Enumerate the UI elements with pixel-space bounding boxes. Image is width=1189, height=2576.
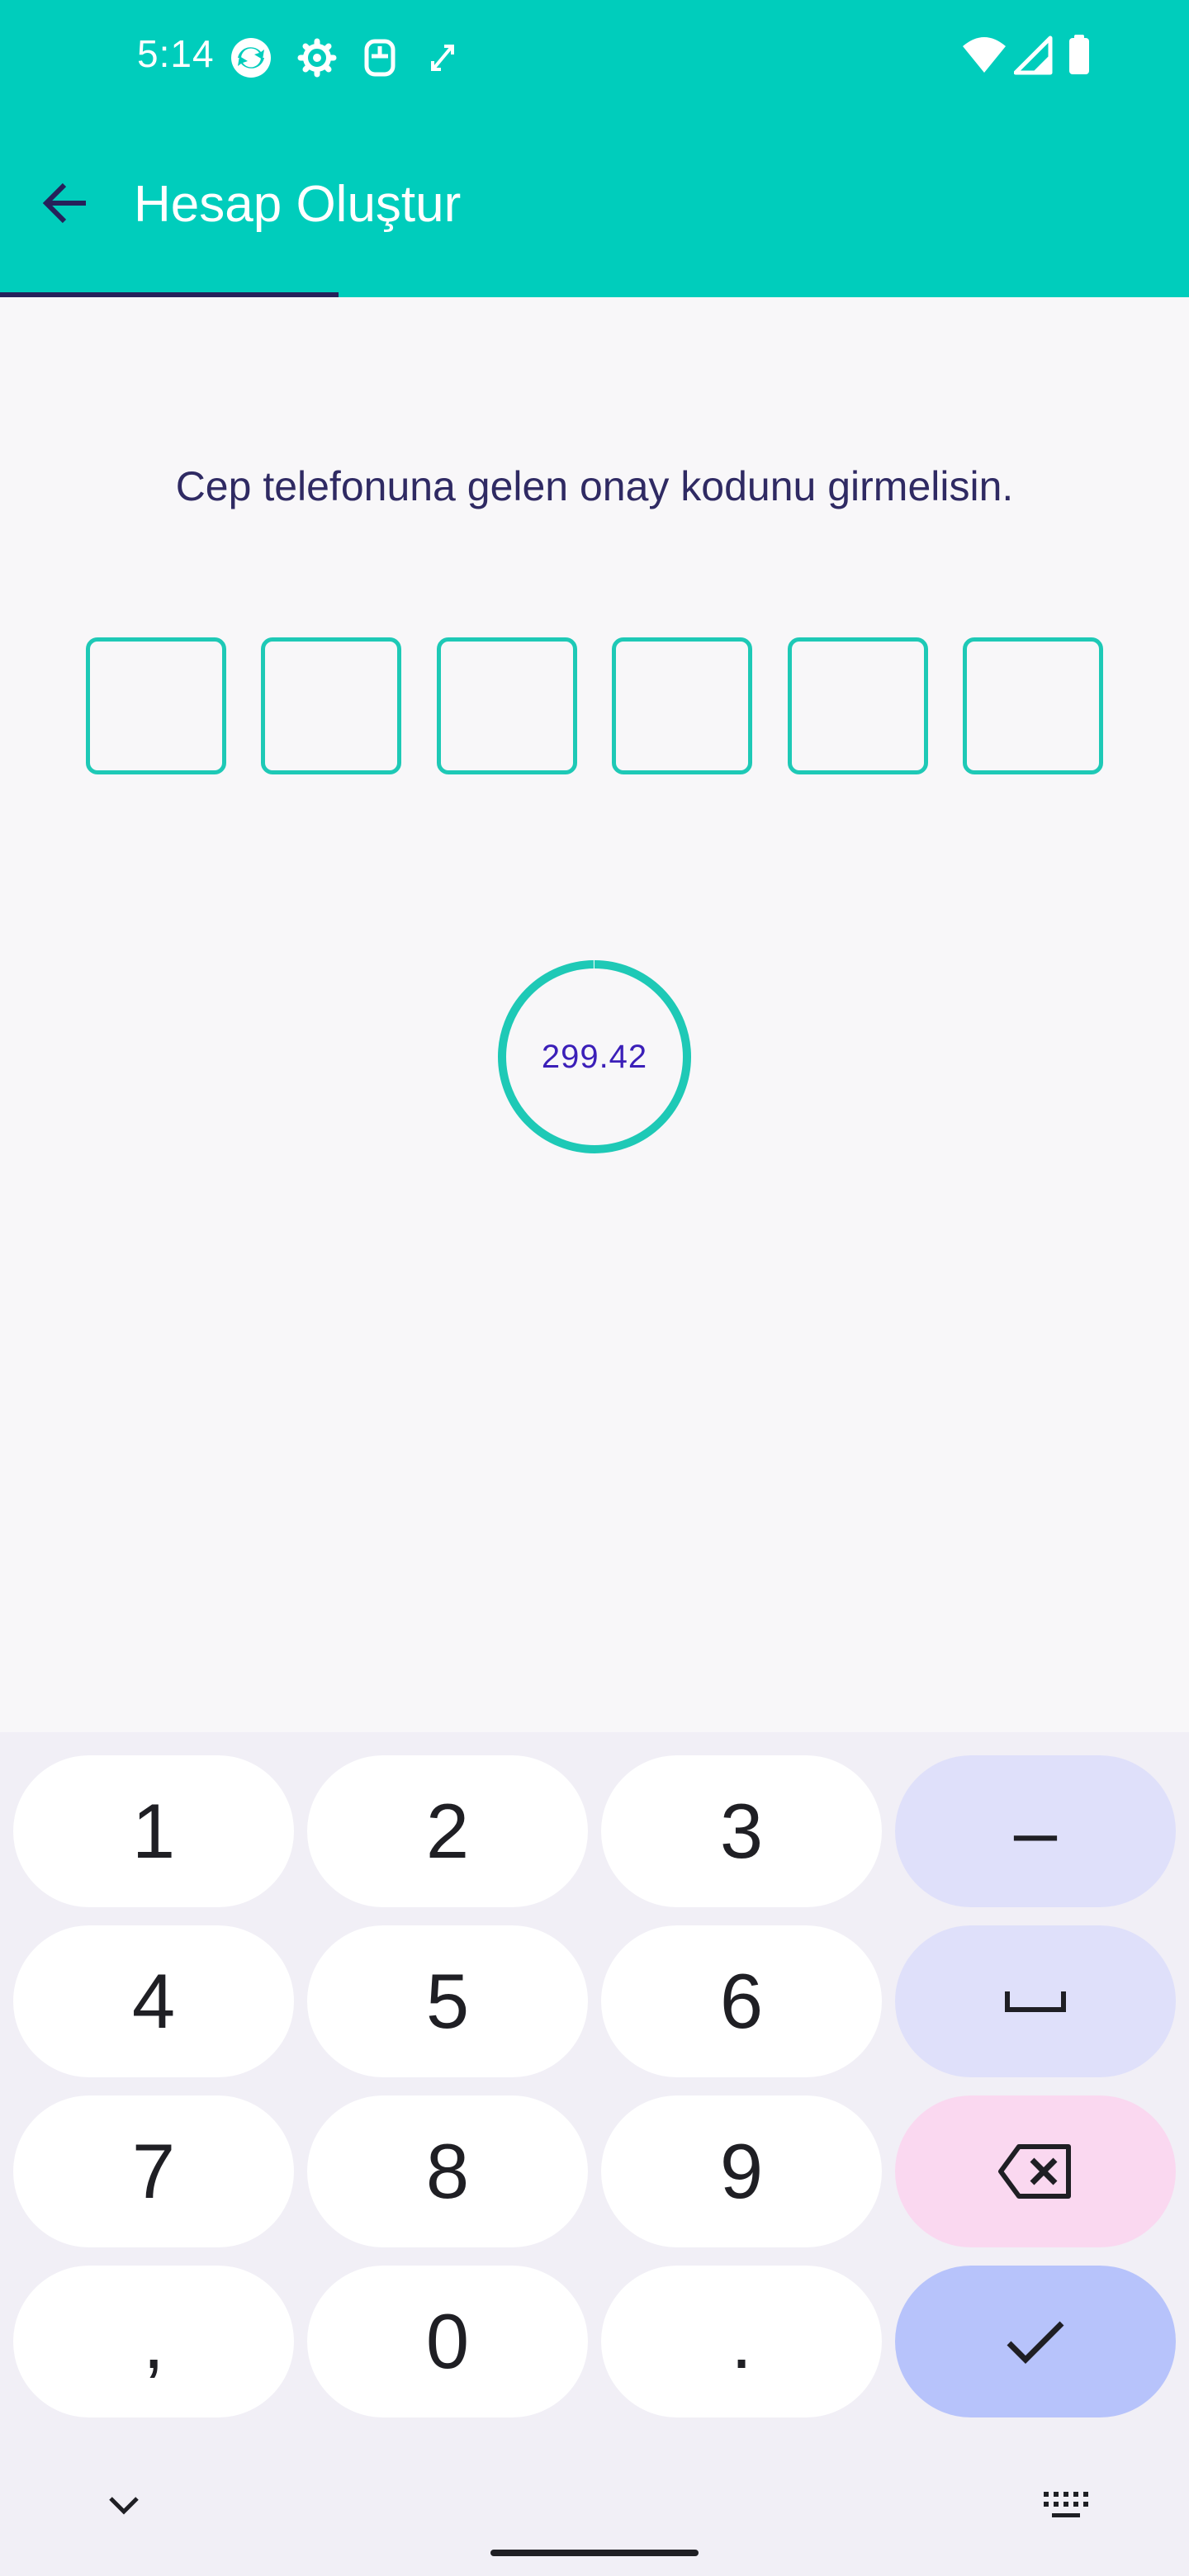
code-digit-box[interactable] <box>86 637 226 774</box>
switch-keyboard-button[interactable] <box>1039 2485 1092 2525</box>
app-bar: Hesap Oluştur <box>0 112 1189 297</box>
hide-keyboard-button[interactable] <box>97 2485 150 2525</box>
key-8[interactable]: 8 <box>307 2095 588 2247</box>
key-0[interactable]: 0 <box>307 2266 588 2417</box>
key-backspace[interactable] <box>895 2095 1176 2247</box>
key-6[interactable]: 6 <box>601 1925 882 2077</box>
code-digit-box[interactable] <box>787 637 928 774</box>
keyboard-icon <box>1044 2492 1088 2517</box>
code-digit-box[interactable] <box>962 637 1103 774</box>
code-digit-box[interactable] <box>436 637 577 774</box>
wifi-icon <box>963 37 1006 73</box>
key-dash[interactable]: – <box>895 1755 1176 1907</box>
key-2[interactable]: 2 <box>307 1755 588 1907</box>
app-root: 5:14 Hesap Oluştur Cep telefonuna gelen … <box>0 0 1189 2576</box>
key-4[interactable]: 4 <box>13 1925 294 2077</box>
backspace-icon <box>998 2144 1071 2199</box>
status-time: 5:14 <box>137 32 215 75</box>
signup-progress-bar <box>0 292 1189 297</box>
checkmark-icon <box>1007 2321 1064 2364</box>
battery-icon <box>1069 35 1089 74</box>
signup-progress-fill <box>0 292 339 297</box>
key-done[interactable] <box>895 2266 1176 2417</box>
back-button[interactable] <box>25 162 107 244</box>
status-icons-right <box>961 33 1110 79</box>
arrow-left-icon <box>42 182 86 224</box>
navigation-handle[interactable] <box>490 2550 699 2556</box>
code-digit-box[interactable] <box>612 637 753 774</box>
code-digit-box[interactable] <box>261 637 402 774</box>
timer-value: 299.42 <box>541 1038 648 1075</box>
key-space[interactable] <box>895 1925 1176 2077</box>
chevron-down-icon <box>109 2497 139 2515</box>
page-title: Hesap Oluştur <box>134 176 462 233</box>
sync-icon <box>231 38 271 78</box>
gear-icon <box>297 38 337 78</box>
key-1[interactable]: 1 <box>13 1755 294 1907</box>
keyboard-bottom-bar <box>0 2452 1189 2576</box>
key-7[interactable]: 7 <box>13 2095 294 2247</box>
expand-arrows-icon <box>431 45 454 71</box>
verification-code-input <box>86 637 1103 774</box>
key-9[interactable]: 9 <box>601 2095 882 2247</box>
sim-icon <box>364 39 396 77</box>
space-icon <box>1005 1991 1066 2012</box>
countdown-timer: 299.42 <box>495 958 694 1156</box>
key-period[interactable]: . <box>601 2266 882 2417</box>
verification-instruction: Cep telefonuna gelen onay kodunu girmeli… <box>175 463 1014 509</box>
key-comma[interactable]: , <box>13 2266 294 2417</box>
status-bar: 5:14 <box>0 0 1189 112</box>
numeric-keyboard: 1 2 3 – 4 5 6 7 8 9 , 0 . <box>0 1732 1189 2576</box>
key-5[interactable]: 5 <box>307 1925 588 2077</box>
key-3[interactable]: 3 <box>601 1755 882 1907</box>
signal-icon <box>1014 36 1053 75</box>
